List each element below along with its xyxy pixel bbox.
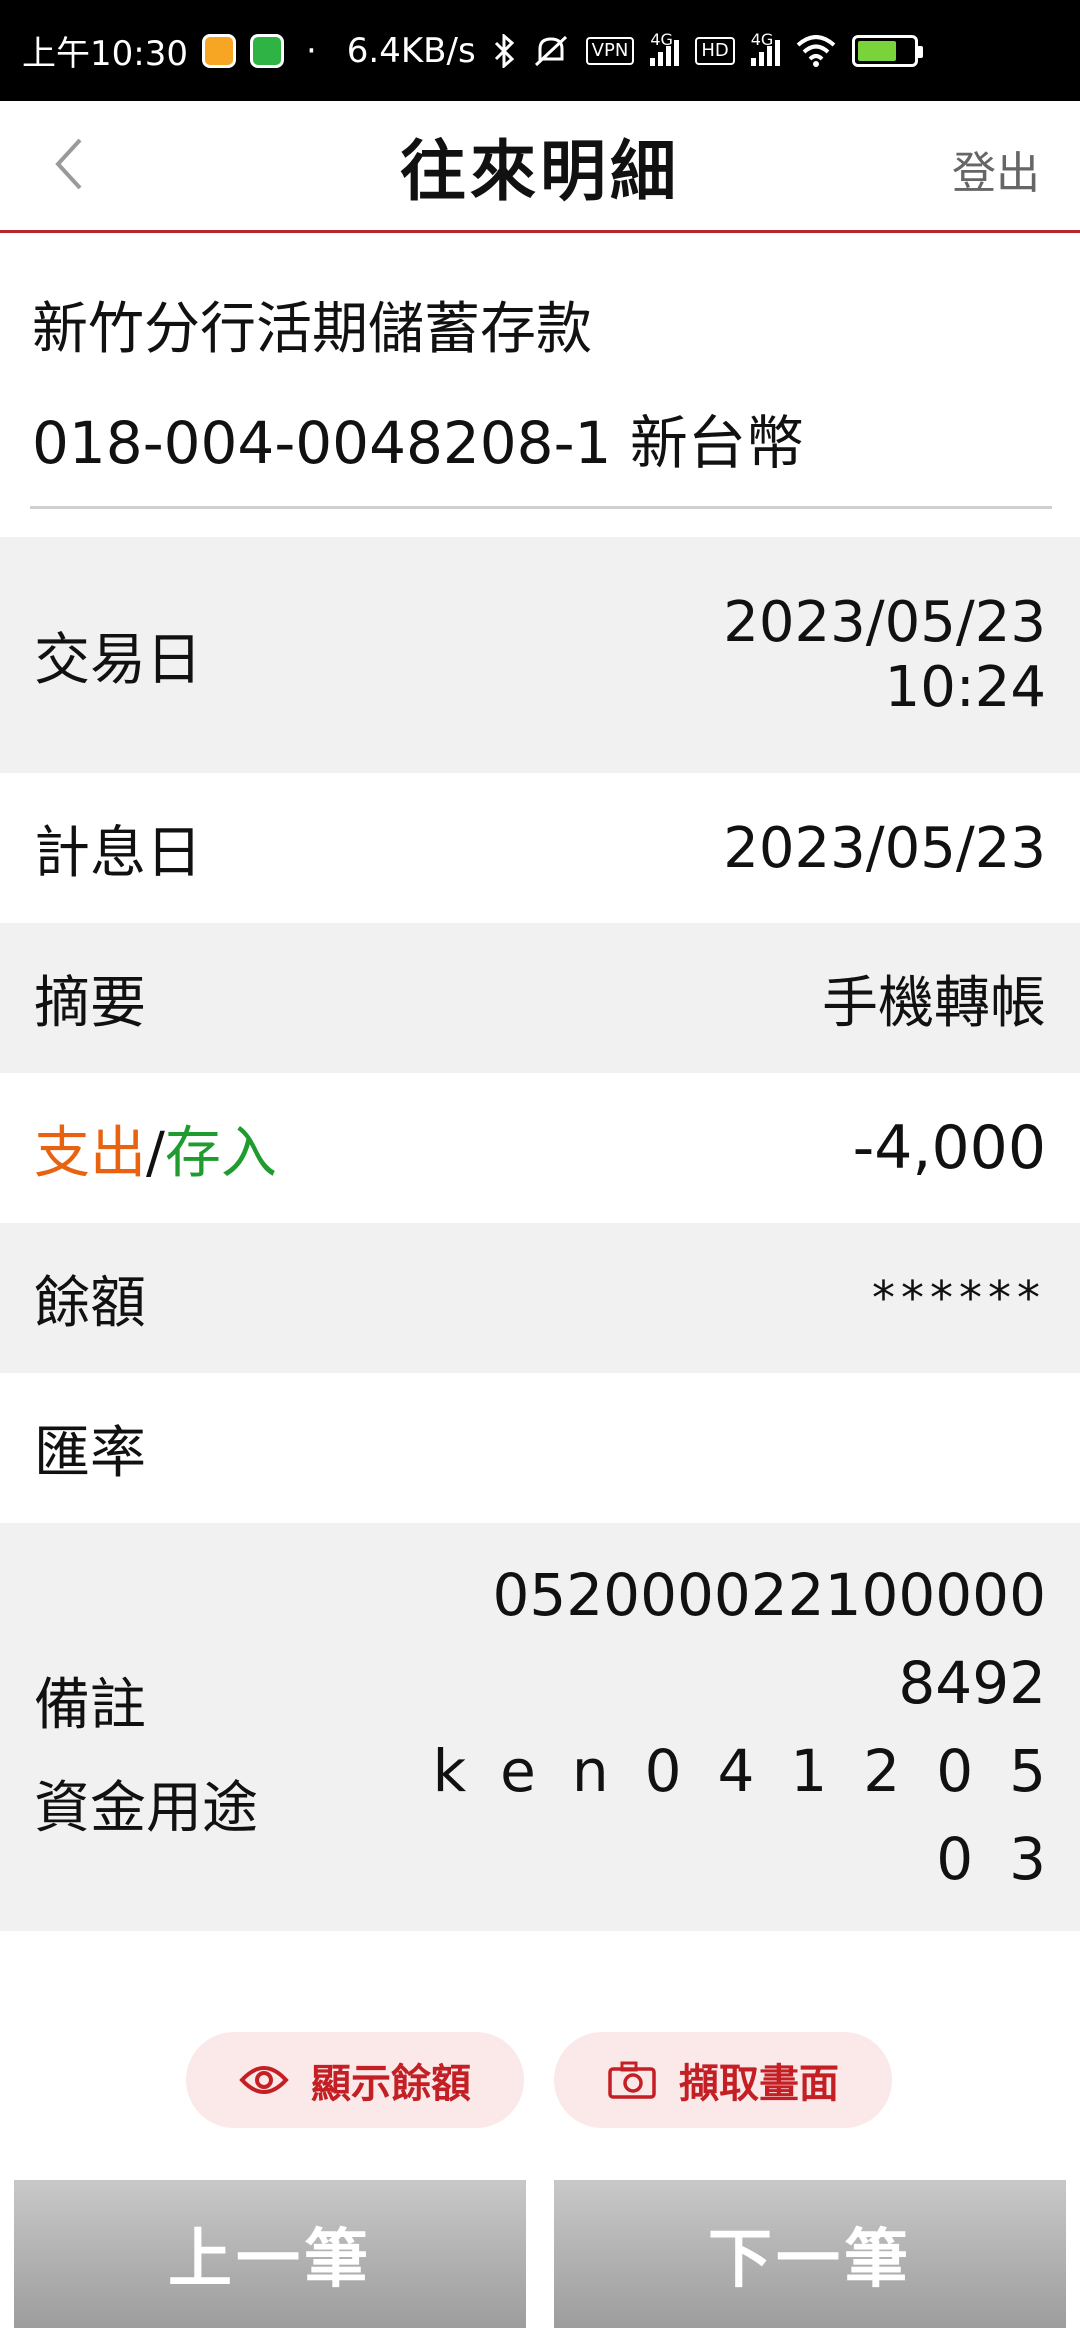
show-balance-label: 顯示餘額 [311, 2061, 471, 2107]
amount-label-in: 存入 [164, 1120, 277, 1186]
eye-icon [239, 2066, 289, 2094]
logout-button[interactable]: 登出 [952, 137, 1040, 201]
amount-label-out: 支出 [34, 1120, 146, 1186]
status-bar: 上午10:30 · 6.4KB/s VPN 4G HD 4G [0, 0, 1080, 101]
previous-record-button[interactable]: 上一筆 [14, 2180, 526, 2328]
line-app-icon [249, 33, 284, 68]
battery-icon [851, 34, 923, 67]
notification-app-icon [201, 33, 236, 68]
summary-label: 摘要 [34, 970, 146, 1036]
balance-value: ****** [872, 1271, 1046, 1325]
trade-date-value: 2023/05/23 10:24 [723, 590, 1046, 720]
mute-icon [534, 35, 567, 66]
wifi-icon [796, 34, 836, 67]
remark-line-1: 052000022100000 [492, 1561, 1046, 1629]
hd-badge: HD [695, 36, 735, 65]
value-date-label: 計息日 [34, 820, 202, 886]
trade-time: 10:24 [884, 655, 1046, 720]
app-header: 往來明細 登出 [0, 101, 1080, 233]
row-amount: 支出/存入 -4,000 [0, 1073, 1080, 1223]
camera-icon [608, 2061, 656, 2099]
row-trade-date: 交易日 2023/05/23 10:24 [0, 537, 1080, 773]
page-title: 往來明細 [400, 132, 680, 210]
signal-icon-2: 4G [750, 30, 780, 66]
next-record-button[interactable]: 下一筆 [554, 2180, 1066, 2328]
status-dot: · [305, 30, 317, 71]
remark-line-4: 03 [936, 1825, 1080, 1893]
bluetooth-icon [494, 33, 514, 68]
capture-screen-label: 擷取畫面 [679, 2061, 839, 2107]
trade-date-label: 交易日 [34, 627, 202, 693]
transaction-detail: 交易日 2023/05/23 10:24 計息日 2023/05/23 摘要 手… [0, 537, 1080, 1931]
row-summary: 摘要 手機轉帳 [0, 923, 1080, 1073]
back-button[interactable] [50, 129, 110, 199]
vpn-badge: VPN [585, 36, 635, 65]
signal-icon: 4G [650, 30, 680, 66]
remark-value: 052000022100000 8492 ken041205 03 [433, 1551, 1046, 1903]
fund-purpose-label: 資金用途 [34, 1776, 258, 1841]
amount-value: -4,000 [852, 1113, 1046, 1183]
row-exchange-rate: 匯率 [0, 1373, 1080, 1523]
chevron-left-icon [55, 138, 82, 190]
summary-value: 手機轉帳 [822, 970, 1046, 1036]
exchange-rate-label: 匯率 [34, 1420, 146, 1486]
account-name: 新竹分行活期儲蓄存款 [32, 297, 592, 362]
show-balance-button[interactable]: 顯示餘額 [186, 2032, 524, 2128]
row-balance: 餘額 ****** [0, 1223, 1080, 1373]
row-value-date: 計息日 2023/05/23 [0, 773, 1080, 923]
value-date-value: 2023/05/23 [723, 815, 1046, 881]
row-remark: 備註 資金用途 052000022100000 8492 ken041205 0… [0, 1523, 1080, 1931]
capture-screen-button[interactable]: 擷取畫面 [554, 2032, 892, 2128]
network-speed: 6.4KB/s [346, 30, 476, 71]
balance-label: 餘額 [34, 1270, 146, 1336]
amount-label-sep: / [146, 1120, 165, 1186]
remark-line-2: 8492 [898, 1649, 1046, 1717]
remark-line-3: ken041205 [432, 1737, 1080, 1805]
remark-labels: 備註 資金用途 [34, 1610, 258, 1844]
status-right: 6.4KB/s VPN 4G HD 4G [346, 30, 923, 71]
trade-date: 2023/05/23 [723, 590, 1046, 655]
network-type: 4G [650, 29, 673, 49]
amount-label: 支出/存入 [34, 1108, 277, 1189]
remark-label: 備註 [34, 1673, 146, 1738]
account-info: 新竹分行活期儲蓄存款 018-004-0048208-1 新台幣 [30, 236, 1052, 509]
status-time: 上午10:30 [22, 34, 188, 74]
network-type-2: 4G [750, 29, 774, 49]
account-number: 018-004-0048208-1 新台幣 [32, 409, 804, 477]
